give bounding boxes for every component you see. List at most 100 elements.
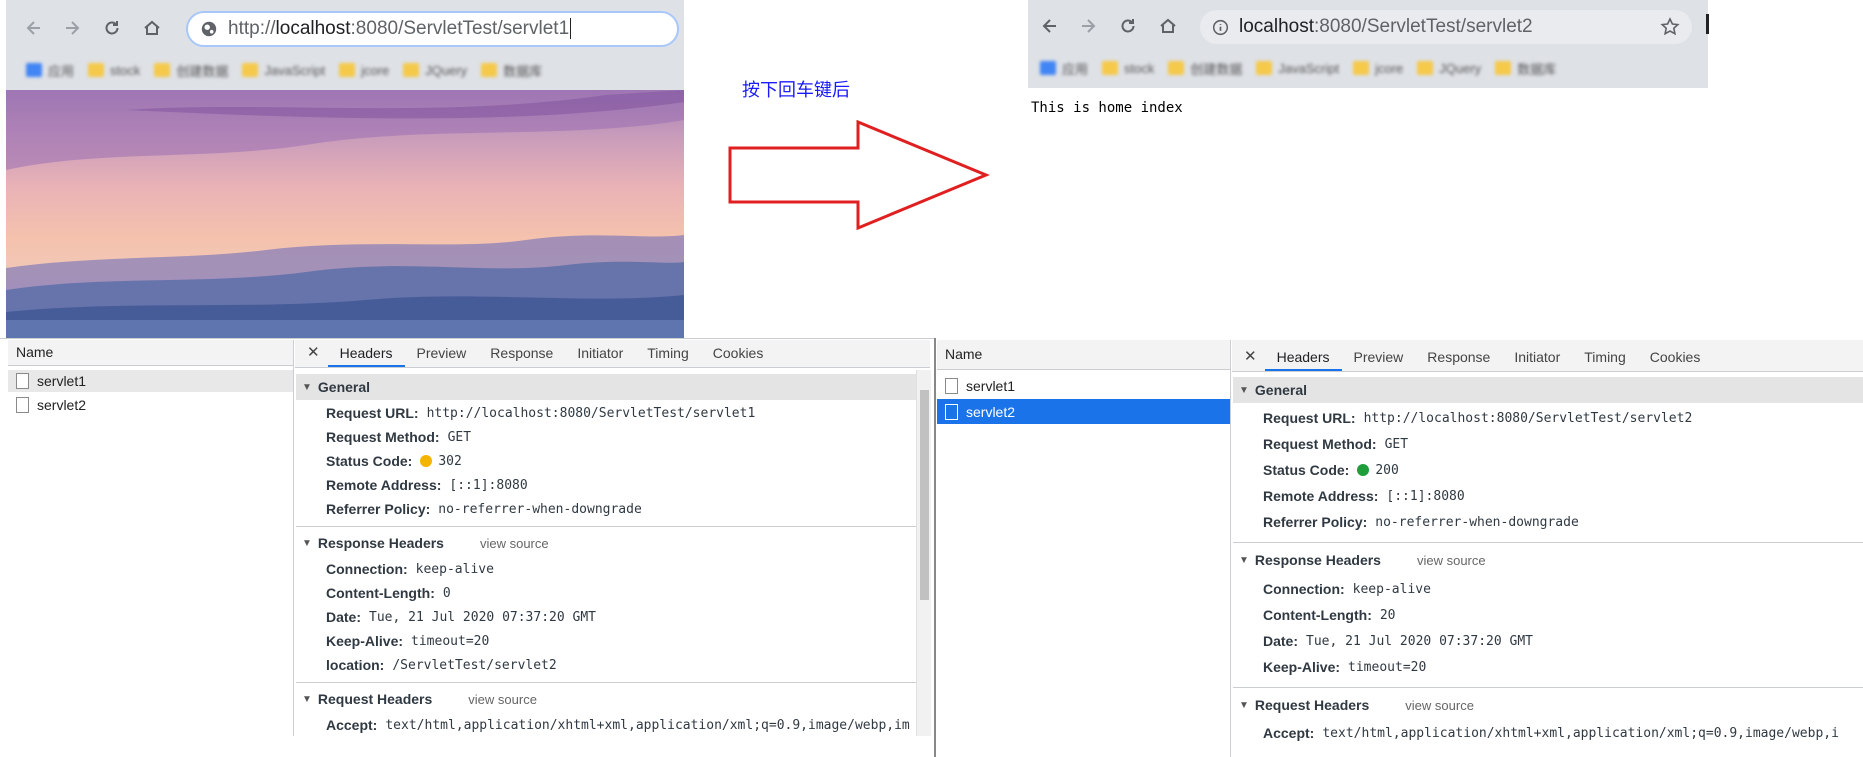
general-section-header[interactable]: ▼ General: [1233, 377, 1863, 403]
request-row-servlet1[interactable]: servlet1: [937, 374, 1230, 398]
scrollbar[interactable]: [916, 370, 931, 736]
view-source-link[interactable]: view source: [480, 536, 549, 551]
forward-button[interactable]: [1074, 12, 1102, 40]
bookmark-item[interactable]: JavaScript: [1256, 61, 1339, 76]
bookmark-item[interactable]: 应用: [1040, 59, 1088, 78]
bookmark-label: jcore: [361, 62, 390, 78]
bookmark-label: 应用: [48, 63, 75, 79]
tab-timing[interactable]: Timing: [635, 345, 701, 367]
name-column-header[interactable]: Name: [8, 340, 293, 366]
page-body-text: This is home index: [1031, 100, 1183, 116]
left-browser-toolbar: http://localhost:8080/ServletTest/servle…: [6, 0, 684, 90]
home-icon: [144, 20, 160, 35]
bookmark-item[interactable]: 应用: [26, 61, 74, 80]
folder-icon: [1495, 61, 1512, 75]
bookmark-item[interactable]: stock: [1102, 61, 1154, 76]
folder-icon: [339, 63, 356, 77]
right-browser-toolbar: localhost:8080/ServletTest/servlet2 应用 s…: [1028, 0, 1708, 88]
tab-headers[interactable]: Headers: [1264, 349, 1342, 371]
response-headers-section-header[interactable]: ▼ Response Headers view source: [296, 530, 916, 556]
request-headers-section-header[interactable]: ▼ Request Headers view source: [1233, 692, 1863, 718]
home-button[interactable]: [138, 14, 166, 42]
name-column-header[interactable]: Name: [937, 340, 1230, 370]
bookmark-item[interactable]: jcore: [339, 63, 389, 78]
header-value: keep-alive: [1352, 581, 1431, 597]
request-headers-section-header[interactable]: ▼ Request Headers view source: [296, 686, 916, 712]
bookmark-item[interactable]: 创建数据: [154, 61, 228, 80]
view-source-link[interactable]: view source: [468, 692, 537, 707]
header-row: Connection: keep-alive: [1263, 581, 1431, 597]
reload-button[interactable]: [1114, 12, 1142, 40]
tab-cookies[interactable]: Cookies: [701, 345, 776, 367]
header-value: timeout=20: [411, 633, 490, 649]
header-row: Keep-Alive: timeout=20: [326, 633, 489, 649]
home-button[interactable]: [1154, 12, 1182, 40]
view-source-link[interactable]: view source: [1405, 698, 1474, 713]
back-button[interactable]: [1036, 12, 1064, 40]
triangle-down-icon: ▼: [1239, 699, 1249, 711]
bookmark-item[interactable]: 数据库: [481, 61, 542, 80]
tab-headers[interactable]: Headers: [327, 345, 405, 367]
triangle-down-icon: ▼: [302, 381, 312, 393]
bookmark-item[interactable]: JQuery: [403, 63, 467, 78]
folder-icon: [403, 63, 420, 77]
section-title: Request Headers: [1254, 697, 1370, 713]
header-row: Keep-Alive: timeout=20: [1263, 659, 1426, 675]
divider: [1233, 542, 1863, 543]
header-key: Status Code:: [326, 453, 413, 469]
bookmark-label: JavaScript: [1278, 60, 1340, 76]
header-value: GET: [447, 429, 472, 445]
bookmark-item[interactable]: JQuery: [1417, 61, 1481, 76]
section-title: General: [1254, 382, 1308, 398]
request-row-servlet1[interactable]: servlet1: [8, 370, 293, 392]
header-value: no-referrer-when-downgrade: [438, 501, 642, 517]
status-dot-icon: [420, 455, 433, 467]
close-icon[interactable]: ✕: [295, 343, 328, 367]
forward-button[interactable]: [58, 14, 86, 42]
back-button[interactable]: [20, 14, 48, 42]
response-headers-section-header[interactable]: ▼ Response Headers view source: [1233, 547, 1863, 573]
bookmark-item[interactable]: JavaScript: [242, 63, 325, 78]
arrow-right-icon: [66, 21, 80, 35]
address-bar[interactable]: http://localhost:8080/ServletTest/servle…: [186, 11, 679, 47]
header-row: Request URL: http://localhost:8080/Servle…: [326, 405, 755, 421]
tab-initiator[interactable]: Initiator: [565, 345, 635, 367]
header-row: Content-Length: 0: [326, 585, 451, 601]
request-row-servlet2[interactable]: servlet2: [8, 394, 293, 416]
request-row-servlet2[interactable]: servlet2: [937, 399, 1230, 424]
info-icon[interactable]: [1212, 19, 1229, 36]
tab-preview[interactable]: Preview: [405, 345, 479, 367]
close-icon[interactable]: ✕: [1232, 347, 1265, 371]
divider: [296, 682, 916, 683]
header-value: GET: [1384, 436, 1409, 452]
address-bar[interactable]: localhost:8080/ServletTest/servlet2: [1200, 10, 1692, 44]
reload-button[interactable]: [98, 14, 126, 42]
bookmark-item[interactable]: jcore: [1353, 61, 1403, 76]
section-title: Request Headers: [317, 691, 433, 707]
bookmark-item[interactable]: 数据库: [1495, 59, 1556, 78]
home-icon: [1160, 18, 1176, 33]
bookmark-label: JQuery: [1439, 60, 1482, 76]
file-icon: [945, 403, 958, 420]
bookmark-item[interactable]: stock: [88, 63, 140, 78]
url-prefix: http://: [228, 18, 276, 39]
header-key: Accept:: [1263, 725, 1315, 741]
tab-initiator[interactable]: Initiator: [1502, 349, 1572, 371]
url-text: http://localhost:8080/ServletTest/servle…: [228, 18, 572, 40]
url-host: localhost: [275, 18, 351, 39]
star-icon[interactable]: [1660, 17, 1680, 37]
triangle-down-icon: ▼: [302, 537, 312, 549]
bookmark-item[interactable]: 创建数据: [1168, 59, 1242, 78]
tab-response[interactable]: Response: [478, 345, 565, 367]
tab-response[interactable]: Response: [1415, 349, 1502, 371]
request-name: servlet2: [966, 403, 1016, 420]
tab-preview[interactable]: Preview: [1342, 349, 1416, 371]
right-request-list: Name servlet1 servlet2: [937, 340, 1231, 757]
scroll-thumb[interactable]: [920, 390, 929, 600]
url-path: :8080/ServletTest/servlet1: [350, 18, 570, 39]
general-section-header[interactable]: ▼ General: [296, 374, 916, 400]
header-key: Accept:: [326, 717, 378, 733]
tab-cookies[interactable]: Cookies: [1638, 349, 1713, 371]
tab-timing[interactable]: Timing: [1572, 349, 1638, 371]
view-source-link[interactable]: view source: [1417, 553, 1486, 568]
